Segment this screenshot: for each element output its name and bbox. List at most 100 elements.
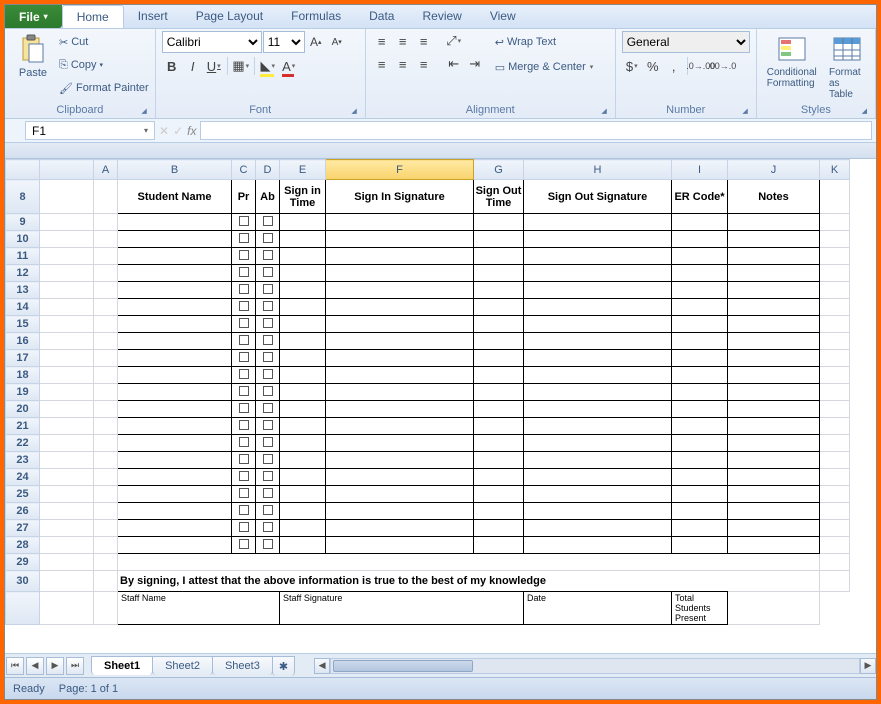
checkbox-icon[interactable] <box>239 352 249 362</box>
checkbox-icon[interactable] <box>239 301 249 311</box>
cell-sign-in-time[interactable] <box>280 282 326 299</box>
checkbox-icon[interactable] <box>263 284 273 294</box>
cell-ab[interactable] <box>256 469 280 486</box>
row-header[interactable]: 29 <box>6 554 40 571</box>
wrap-text-button[interactable]: ↩Wrap Text <box>495 31 594 53</box>
decrease-decimal-button[interactable]: .00→.0 <box>712 56 732 76</box>
cell-pr[interactable] <box>232 486 256 503</box>
cell-sign-in-sig[interactable] <box>326 469 474 486</box>
cell-sign-in-time[interactable] <box>280 248 326 265</box>
cell-sign-out-sig[interactable] <box>524 248 672 265</box>
cell-ab[interactable] <box>256 384 280 401</box>
checkbox-icon[interactable] <box>239 386 249 396</box>
cell-sign-in-sig[interactable] <box>326 418 474 435</box>
cell-sign-out-sig[interactable] <box>524 401 672 418</box>
cell-pr[interactable] <box>232 469 256 486</box>
cell-sign-in-sig[interactable] <box>326 486 474 503</box>
checkbox-icon[interactable] <box>239 488 249 498</box>
cell-student[interactable] <box>118 401 232 418</box>
cell-student[interactable] <box>118 248 232 265</box>
total-students-field[interactable]: Total Students Present <box>672 592 728 625</box>
cell-sign-in-time[interactable] <box>280 367 326 384</box>
row-header[interactable]: 27 <box>6 520 40 537</box>
checkbox-icon[interactable] <box>263 386 273 396</box>
align-bottom-button[interactable]: ≡ <box>414 31 434 51</box>
cell-sign-in-time[interactable] <box>280 469 326 486</box>
cell-notes[interactable] <box>728 214 820 231</box>
align-middle-button[interactable]: ≡ <box>393 31 413 51</box>
hscroll-right[interactable]: ▶ <box>860 658 876 674</box>
cell-er-code[interactable] <box>672 265 728 282</box>
col-H[interactable]: H <box>524 160 672 180</box>
cell-ab[interactable] <box>256 265 280 282</box>
cell-ab[interactable] <box>256 452 280 469</box>
cell-sign-in-sig[interactable] <box>326 248 474 265</box>
checkbox-icon[interactable] <box>239 216 249 226</box>
cell-notes[interactable] <box>728 367 820 384</box>
cell-sign-in-sig[interactable] <box>326 520 474 537</box>
cell-er-code[interactable] <box>672 401 728 418</box>
cell-notes[interactable] <box>728 282 820 299</box>
orientation-button[interactable]: ⤢ <box>444 31 464 51</box>
cell-er-code[interactable] <box>672 435 728 452</box>
cell-notes[interactable] <box>728 333 820 350</box>
tab-home[interactable]: Home <box>62 5 124 28</box>
cell-sign-out-time[interactable] <box>474 367 524 384</box>
cell-sign-out-time[interactable] <box>474 299 524 316</box>
checkbox-icon[interactable] <box>239 539 249 549</box>
cell-notes[interactable] <box>728 231 820 248</box>
cell-pr[interactable] <box>232 367 256 384</box>
cell-student[interactable] <box>118 486 232 503</box>
cell-sign-in-time[interactable] <box>280 214 326 231</box>
cell-student[interactable] <box>118 520 232 537</box>
cell-sign-in-sig[interactable] <box>326 333 474 350</box>
sheet-tab-2[interactable]: Sheet2 <box>152 656 213 675</box>
cell-sign-out-time[interactable] <box>474 265 524 282</box>
row-header[interactable] <box>6 592 40 625</box>
checkbox-icon[interactable] <box>239 284 249 294</box>
font-name-select[interactable]: Calibri <box>162 31 262 53</box>
cell-er-code[interactable] <box>672 486 728 503</box>
col-G[interactable]: G <box>474 160 524 180</box>
col-J[interactable]: J <box>728 160 820 180</box>
cell-pr[interactable] <box>232 401 256 418</box>
cell-notes[interactable] <box>728 503 820 520</box>
cell-sign-out-sig[interactable] <box>524 435 672 452</box>
cell-pr[interactable] <box>232 265 256 282</box>
row-header[interactable]: 23 <box>6 452 40 469</box>
cell-sign-out-time[interactable] <box>474 384 524 401</box>
cell-student[interactable] <box>118 384 232 401</box>
cut-button[interactable]: ✂Cut <box>59 31 149 53</box>
align-left-button[interactable]: ≡ <box>372 54 392 74</box>
cell-pr[interactable] <box>232 350 256 367</box>
cell-pr[interactable] <box>232 503 256 520</box>
increase-indent-button[interactable]: ⇥ <box>465 54 485 74</box>
cell-ab[interactable] <box>256 486 280 503</box>
cancel-formula-icon[interactable]: ✕ <box>159 124 169 138</box>
cell-student[interactable] <box>118 265 232 282</box>
cell-sign-out-sig[interactable] <box>524 367 672 384</box>
cell-sign-in-sig[interactable] <box>326 435 474 452</box>
cell-sign-in-sig[interactable] <box>326 350 474 367</box>
cell-er-code[interactable] <box>672 333 728 350</box>
checkbox-icon[interactable] <box>263 539 273 549</box>
grow-font-button[interactable]: A▴ <box>306 32 326 52</box>
formula-input[interactable] <box>200 121 872 140</box>
cell-ab[interactable] <box>256 435 280 452</box>
cell-notes[interactable] <box>728 520 820 537</box>
cell-sign-out-time[interactable] <box>474 248 524 265</box>
cell-sign-out-time[interactable] <box>474 231 524 248</box>
sheet-nav-last[interactable]: ⏭ <box>66 657 84 675</box>
col-gutter[interactable] <box>40 160 94 180</box>
cell-er-code[interactable] <box>672 214 728 231</box>
cell-sign-out-time[interactable] <box>474 401 524 418</box>
cell-student[interactable] <box>118 350 232 367</box>
row-header[interactable]: 26 <box>6 503 40 520</box>
cell-sign-out-time[interactable] <box>474 537 524 554</box>
cell-sign-out-sig[interactable] <box>524 486 672 503</box>
checkbox-icon[interactable] <box>263 488 273 498</box>
cell-notes[interactable] <box>728 435 820 452</box>
checkbox-icon[interactable] <box>263 505 273 515</box>
tab-review[interactable]: Review <box>408 5 475 28</box>
cell-sign-in-time[interactable] <box>280 435 326 452</box>
